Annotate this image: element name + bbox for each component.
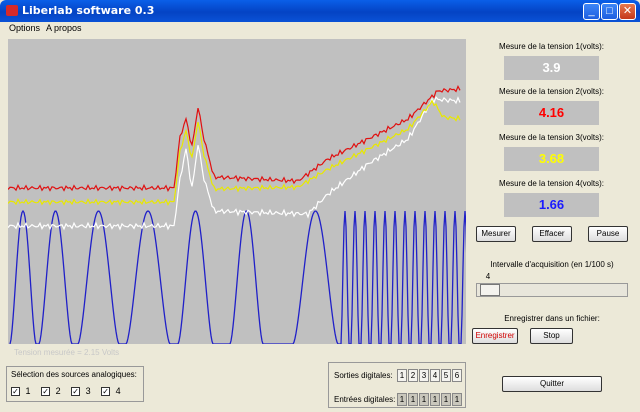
digital-io-group: Sorties digitales: 123456 Entrées digita… [328,362,466,408]
digital-output-3[interactable]: 3 [419,369,429,382]
digital-output-2[interactable]: 2 [408,369,418,382]
digital-output-1[interactable]: 1 [397,369,407,382]
minimize-button[interactable]: _ [583,3,600,20]
voltage-4-value: 1.66 [504,193,599,217]
source-1-label: 1 [25,386,31,396]
digital-input-3: 1 [419,393,429,406]
maximize-button[interactable]: □ [601,3,618,20]
title-bar: Liberlab software 0.3 _ □ ✕ [0,0,640,22]
digital-outputs-label: Sorties digitales: [334,371,393,380]
app-icon [6,5,18,16]
close-button[interactable]: ✕ [619,3,636,20]
voltage-1-value: 3.9 [504,56,599,80]
menu-bar: Options A propos [0,22,640,36]
window-title: Liberlab software 0.3 [22,4,155,17]
digital-input-2: 1 [408,393,418,406]
analog-sources-group: Sélection des sources analogiques: ✓ 1 ✓… [6,366,144,402]
menu-about[interactable]: A propos [46,23,82,33]
voltage-3-value: 3.68 [504,147,599,171]
interval-value: 4 [485,272,491,281]
clear-button[interactable]: Effacer [532,226,572,242]
voltage-1-label: Mesure de la tension 1(volts): [499,42,604,51]
oscilloscope-plot [8,39,466,344]
voltage-3-label: Mesure de la tension 3(volts): [499,133,604,142]
channel-1-trace [8,95,461,231]
source-1-checkbox[interactable]: ✓ [11,387,20,397]
record-button[interactable]: Enregistrer [472,328,518,344]
interval-label: Intervalle d'acquisition (en 1/100 s) [490,260,614,269]
digital-inputs-label: Entrées digitales: [334,395,396,404]
channel-2-trace [8,84,461,193]
source-2-label: 2 [55,386,61,396]
menu-options[interactable]: Options [9,23,40,33]
interval-slider[interactable] [476,283,628,297]
voltage-2-label: Mesure de la tension 2(volts): [499,87,604,96]
source-4-checkbox[interactable]: ✓ [101,387,111,397]
voltage-4-label: Mesure de la tension 4(volts): [499,179,604,188]
digital-input-1: 1 [397,393,407,406]
source-3-label: 3 [85,386,91,396]
voltage-2-value: 4.16 [504,101,599,125]
digital-output-5[interactable]: 5 [441,369,451,382]
analog-sources-title: Sélection des sources analogiques: [11,370,137,379]
source-3-checkbox[interactable]: ✓ [71,387,81,397]
digital-input-4: 1 [430,393,440,406]
digital-output-6[interactable]: 6 [452,369,462,382]
plot-status-text: Tension mesurée = 2.15 Volts [14,348,120,357]
pause-button[interactable]: Pause [588,226,628,242]
channel-4-trace [9,209,466,344]
save-label: Enregistrer dans un fichier: [504,314,600,323]
stop-button[interactable]: Stop [530,328,573,344]
quit-button[interactable]: Quitter [502,376,602,392]
digital-output-4[interactable]: 4 [430,369,440,382]
measure-button[interactable]: Mesurer [476,226,516,242]
digital-input-6: 1 [452,393,462,406]
digital-input-5: 1 [441,393,451,406]
source-4-label: 4 [115,386,121,396]
interval-slider-thumb[interactable] [480,284,500,296]
source-2-checkbox[interactable]: ✓ [41,387,51,397]
